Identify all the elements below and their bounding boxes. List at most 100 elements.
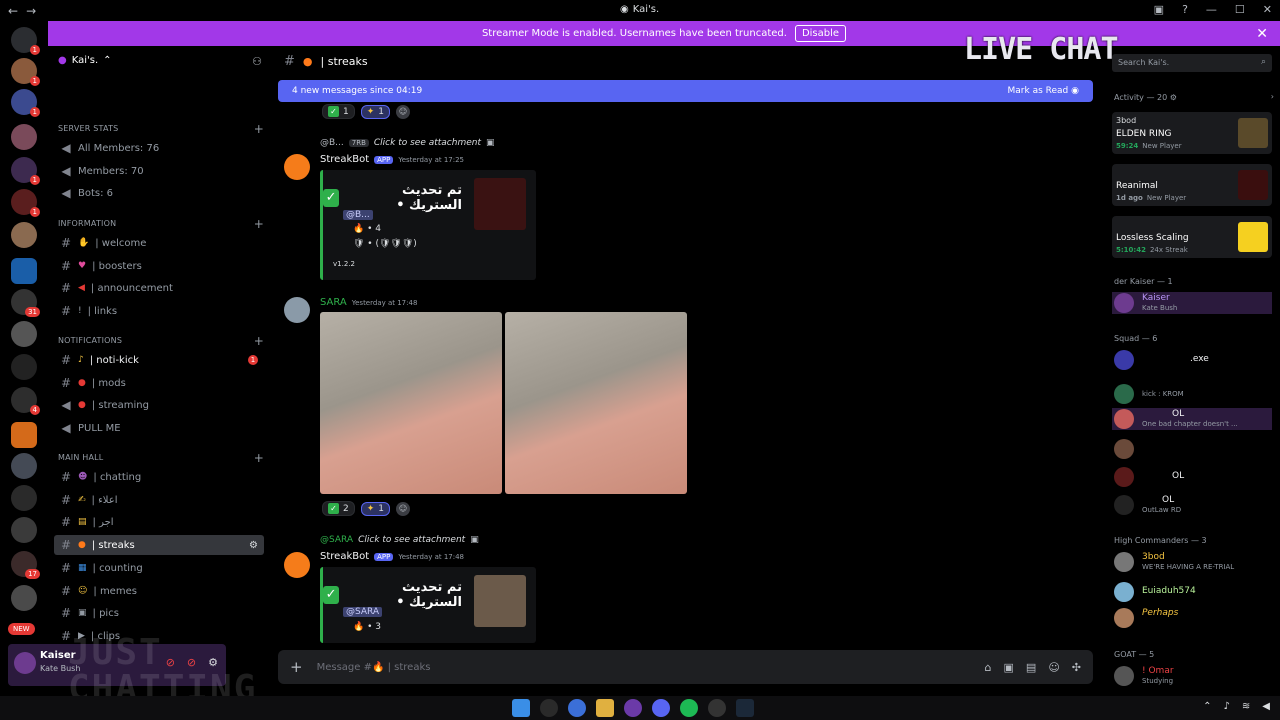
member-item[interactable]: OL One bad chapter doesn't ... [1112,408,1272,430]
back-icon[interactable]: ← [8,4,18,18]
member-item[interactable]: kick : KROM [1112,383,1272,405]
member-item[interactable]: Kaiser Kate Bush [1112,292,1272,314]
home-server-icon[interactable]: 1 [11,27,40,55]
steam-icon[interactable] [736,699,754,717]
app-icon[interactable] [624,699,642,717]
server-icon[interactable] [11,517,37,543]
member-item[interactable]: 3bod WE'RE HAVING A RE-TRIAL [1112,551,1272,573]
emoji-picker-icon[interactable]: ☺ [1048,661,1059,674]
embed-thumbnail[interactable] [474,178,526,230]
message-composer[interactable]: + Message #🔥 | streaks ⌂ ▣ ▤ ☺ ✣ [278,650,1093,684]
server-icon[interactable] [11,485,37,511]
author-name[interactable]: StreakBot [320,154,369,165]
category-information[interactable]: INFORMATION + [58,217,264,231]
channel-welcome[interactable]: # ✋ | welcome [60,234,264,252]
channel[interactable]: # ✍ | اعلاء [60,491,264,509]
channel-noti-kick[interactable]: # ♪ | noti-kick 1 [60,351,264,369]
author-name[interactable]: StreakBot [320,551,369,562]
help-icon[interactable]: ? [1182,3,1188,16]
app-icon[interactable] [708,699,726,717]
server-icon[interactable]: 17 [11,551,40,579]
channel[interactable]: # ▤ | اجر [60,513,264,531]
server-icon[interactable]: 1 [11,58,40,86]
new-messages-bar[interactable]: 4 new messages since 04:19 Mark as Read … [278,80,1093,102]
reaction[interactable]: ✦ 1 [360,104,391,119]
member-item[interactable]: OL OutLaw RD [1112,494,1272,516]
member-item[interactable]: ! Omar Studying [1112,665,1272,687]
server-icon[interactable]: 1 [11,189,40,217]
apps-icon[interactable]: ✣ [1072,661,1081,674]
avatar[interactable] [284,297,310,323]
server-icon[interactable] [11,124,37,150]
reaction[interactable]: ✓ 2 [322,501,355,516]
server-icon[interactable]: 4 [11,387,40,415]
channel-boosters[interactable]: # ♥ | boosters [60,257,264,275]
gif-icon[interactable]: ▣ [1004,661,1014,674]
server-icon[interactable] [11,354,37,380]
add-channel-icon[interactable]: + [254,122,264,136]
channel-chatting[interactable]: # ☻ | chatting [60,468,264,486]
channel-streaming[interactable]: ◀ ● | streaming [60,396,264,414]
embed-thumbnail[interactable] [474,575,526,627]
category-notifications[interactable]: NOTIFICATIONS + [58,334,264,348]
reaction[interactable]: ✦ 1 [360,501,391,516]
folder-icon[interactable] [596,699,614,717]
start-icon[interactable] [512,699,530,717]
server-icon[interactable] [11,222,37,248]
activity-card[interactable]: Lossless Scaling 5:10:42 24x Streak [1112,216,1272,258]
channel-memes[interactable]: # ☺ | memes [60,582,264,600]
sticker-icon[interactable]: ▤ [1026,661,1036,674]
server-icon[interactable]: 31 [11,289,40,317]
activity-card[interactable]: Reanimal 1d ago New Player [1112,164,1272,206]
avatar[interactable] [284,552,310,578]
add-channel-icon[interactable]: + [254,334,264,348]
add-reaction-icon[interactable]: ☺ [396,501,411,516]
chevron-up-icon[interactable]: ⌃ [1203,701,1211,712]
member-item[interactable]: .exe [1112,349,1272,371]
avatar[interactable] [284,154,310,180]
member-item[interactable]: OL [1112,466,1272,488]
folder-icon[interactable] [11,258,37,284]
voice-channel-stat[interactable]: ◀ Bots: 6 [60,184,264,202]
search-input[interactable]: Search Kai's. ⌕ [1112,54,1272,72]
spotify-icon[interactable] [680,699,698,717]
channel-pics[interactable]: # ▣ | pics [60,604,264,622]
add-channel-icon[interactable]: + [254,451,264,465]
attach-icon[interactable]: + [290,658,303,676]
reply-preview[interactable]: @B... 7RB Click to see attachment ▣ [320,138,495,148]
mention[interactable]: @B... [343,210,373,220]
invite-people-icon[interactable]: ⚇ [252,55,262,68]
channel-counting[interactable]: # ▦ | counting [60,559,264,577]
channel-links[interactable]: #! | links [60,302,264,320]
message-input[interactable]: Message #🔥 | streaks [317,662,431,673]
channel-settings-icon[interactable]: ⚙ [249,540,258,551]
author-name[interactable]: SARA [320,297,347,308]
minimize-icon[interactable]: — [1206,3,1217,16]
wifi-icon[interactable]: ≋ [1242,701,1250,712]
discord-icon[interactable] [652,699,670,717]
attachment-image[interactable] [505,312,687,494]
mic-icon[interactable]: ♪ [1224,701,1230,712]
gift-icon[interactable]: ⌂ [985,661,992,674]
inbox-icon[interactable]: ▣ [1154,3,1164,16]
category-server-stats[interactable]: SERVER STATS + [58,122,264,136]
member-item[interactable]: Euiaduh574 [1112,581,1272,603]
category-main-hall[interactable]: MAIN HALL + [58,451,264,465]
server-icon[interactable]: 1 [11,89,40,117]
maximize-icon[interactable]: ☐ [1235,3,1245,16]
server-icon[interactable] [11,585,37,611]
channel-pull-me[interactable]: ◀ PULL ME [60,419,264,437]
member-item[interactable]: Perhaps [1112,607,1272,629]
activity-card[interactable]: 3bod ELDEN RING 59:24 New Player [1112,112,1272,154]
close-window-icon[interactable]: ✕ [1263,3,1272,16]
add-reaction-icon[interactable]: ☺ [396,104,411,119]
member-item[interactable] [1112,438,1272,460]
folder-icon[interactable] [11,422,37,448]
channel-mods[interactable]: # ● | mods [60,374,264,392]
voice-channel-stat[interactable]: ◀ All Members: 76 [60,139,264,157]
reply-preview[interactable]: @SARA Click to see attachment ▣ [320,535,479,545]
add-channel-icon[interactable]: + [254,217,264,231]
banner-close-icon[interactable]: ✕ [1256,26,1268,42]
mark-read-button[interactable]: Mark as Read ◉ [1008,86,1079,96]
forward-icon[interactable]: → [26,4,36,18]
